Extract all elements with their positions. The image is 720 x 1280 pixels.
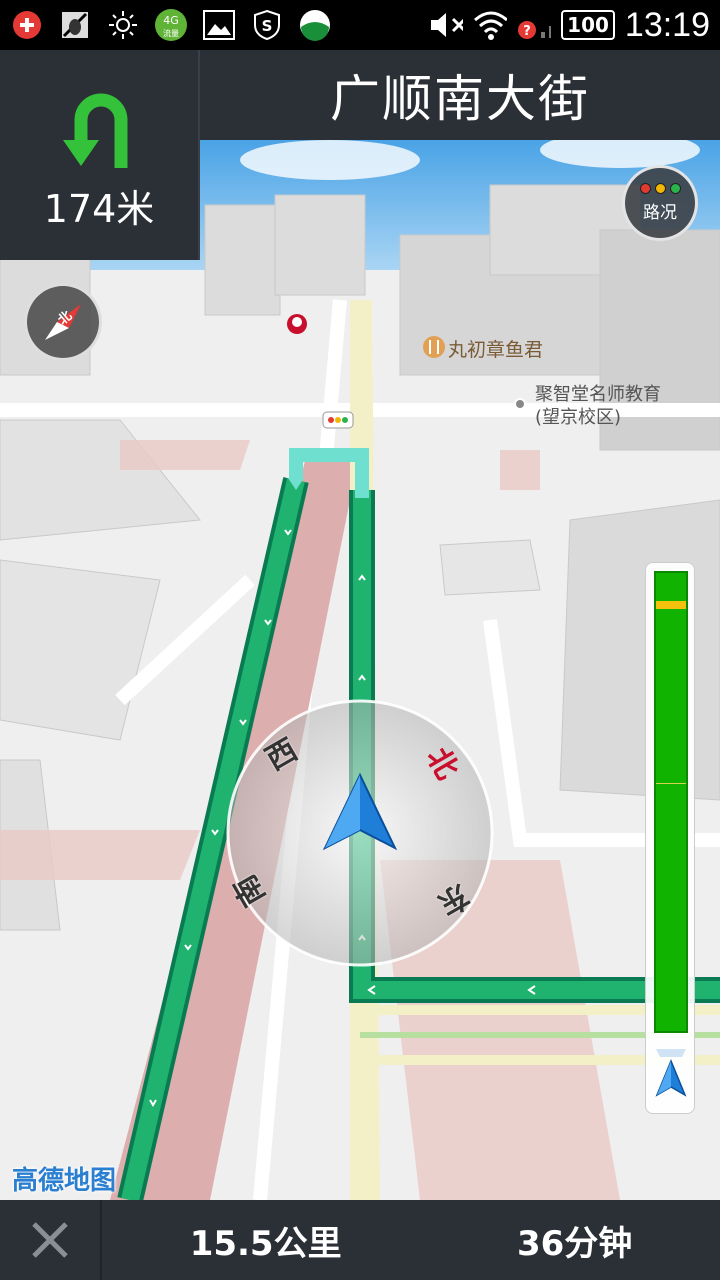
traffic-light-marker xyxy=(322,411,354,429)
bottom-bar: 15.5公里 36分钟 xyxy=(0,1200,720,1280)
status-bar: 4G 流量 S ? 100 13:19 xyxy=(0,0,720,50)
turn-distance: 174米 xyxy=(43,187,155,231)
route-progress-track xyxy=(654,571,688,1033)
navigation-screen: 4G 流量 S ? 100 13:19 丸初章鱼君 聚智堂名师教育 (望京校区)… xyxy=(0,0,720,1280)
compass-button[interactable]: 北 xyxy=(24,283,102,361)
compass-icon: 北 xyxy=(45,304,81,340)
u-turn-icon xyxy=(63,93,128,168)
clock: 13:19 xyxy=(624,5,710,44)
shield-icon: S xyxy=(250,8,284,42)
traffic-light-icon xyxy=(639,183,681,194)
restaurant-icon[interactable] xyxy=(423,336,445,358)
svg-text:S: S xyxy=(262,17,273,35)
bug-icon xyxy=(58,8,92,42)
mute-icon xyxy=(429,8,464,42)
close-icon xyxy=(32,1222,68,1258)
signal-icon: ? xyxy=(517,8,552,42)
road-name-banner: 广顺南大街 xyxy=(200,50,720,140)
battery-icon: 100 xyxy=(561,10,615,40)
amap-logo: 高德地图 xyxy=(12,1166,117,1196)
remaining-distance: 15.5公里 xyxy=(189,1223,342,1264)
traffic-toggle-button[interactable]: 路况 xyxy=(622,165,698,241)
4g-icon: 4G 流量 xyxy=(154,8,188,42)
kfc-icon[interactable] xyxy=(287,314,307,334)
remaining-time: 36分钟 xyxy=(516,1223,633,1264)
network-badge-text: 4G xyxy=(163,14,179,27)
poi-label[interactable]: 丸初章鱼君 xyxy=(448,335,543,362)
turn-instruction-panel: 174米 xyxy=(0,50,200,260)
poi-sub-label: (望京校区) xyxy=(535,407,622,428)
congestion-marker xyxy=(656,601,686,609)
network-sub-text: 流量 xyxy=(163,28,179,38)
poi-dot xyxy=(514,398,526,410)
svg-text:?: ? xyxy=(523,24,531,39)
road-name: 广顺南大街 xyxy=(330,70,590,128)
progress-car-icon xyxy=(655,1049,687,1097)
route-progress-bar xyxy=(645,562,695,1114)
exit-navigation-button[interactable] xyxy=(0,1200,102,1280)
add-icon xyxy=(10,8,44,42)
wifi-icon xyxy=(473,8,508,42)
traffic-label: 路况 xyxy=(643,203,677,223)
trip-summary: 15.5公里 36分钟 xyxy=(102,1216,720,1265)
brightness-icon xyxy=(106,8,140,42)
image-icon xyxy=(202,8,236,42)
app-icon xyxy=(298,8,332,42)
